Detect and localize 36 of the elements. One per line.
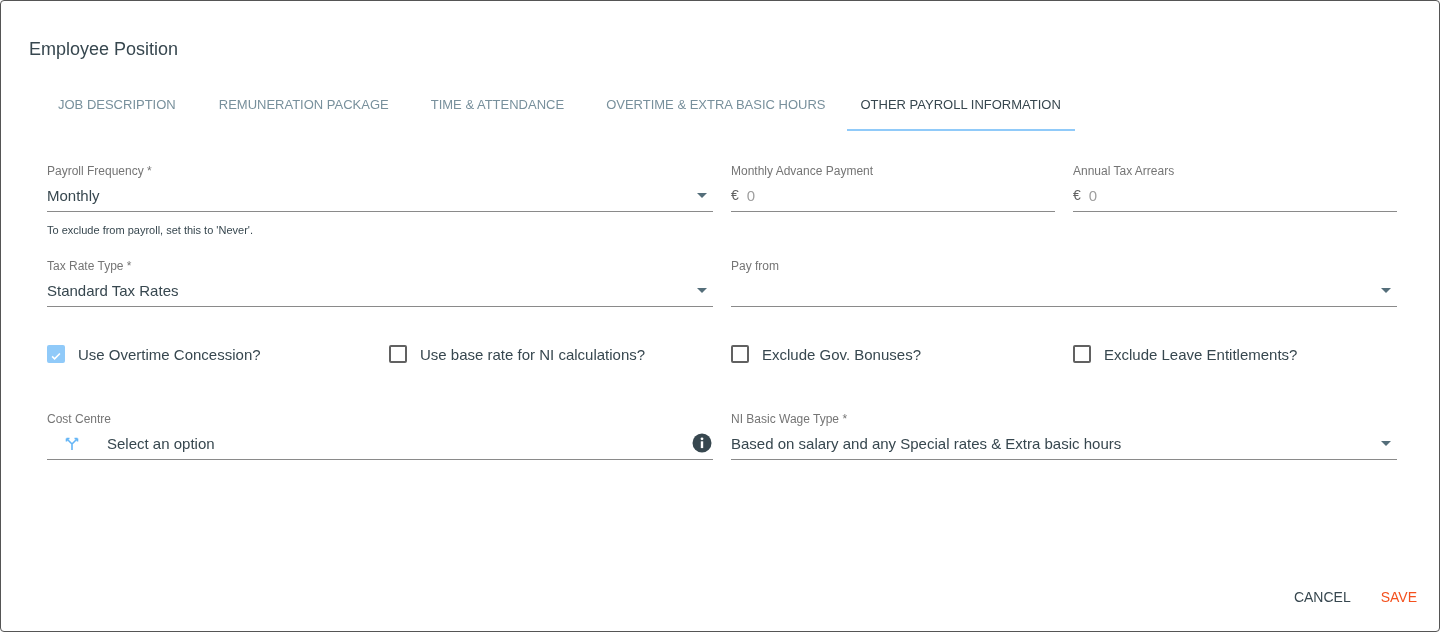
field-label: Annual Tax Arrears [1073, 163, 1176, 179]
field-label: NI Basic Wage Type * [731, 411, 849, 427]
cancel-button[interactable]: CANCEL [1285, 581, 1359, 613]
info-icon[interactable] [692, 433, 712, 453]
field-label: Tax Rate Type * [47, 258, 133, 274]
dropdown-field[interactable]: Monthly [47, 179, 713, 212]
caret-icon [697, 192, 707, 198]
field-label: Monthly Advance Payment [731, 163, 875, 179]
checkbox-label: Use base rate for NI calculations? [420, 345, 646, 363]
caret-icon [1381, 287, 1391, 293]
checkbox-label: Exclude Gov. Bonuses? [762, 345, 921, 363]
dropdown-field[interactable]: Based on salary and any Special rates & Extra basic hours [731, 427, 1397, 460]
checkbox-label: Exclude Leave Entitlements? [1104, 345, 1298, 363]
selected-value: Standard Tax Rates [47, 281, 180, 299]
dialog-title: Employee Position [28, 38, 180, 61]
checkbox[interactable] [389, 345, 407, 363]
currency-symbol: € [731, 187, 739, 203]
field-label: Payroll Frequency * [47, 163, 153, 179]
caret-icon [1381, 440, 1391, 446]
fork-icon [64, 435, 80, 451]
checkbox-label: Use Overtime Concession? [78, 345, 261, 363]
checkbox[interactable] [47, 345, 65, 363]
field-label: Pay from [731, 258, 780, 274]
caret-icon [697, 287, 707, 293]
dropdown-field[interactable]: Standard Tax Rates [47, 274, 713, 307]
selected-value: Monthly [47, 186, 101, 204]
amount-input-field[interactable]: 0 [1088, 186, 1397, 204]
lookup-input-field[interactable]: Select an option [107, 434, 692, 452]
selected-value: Based on salary and any Special rates & Extra basic hours [731, 434, 1123, 452]
checkbox[interactable] [731, 345, 749, 363]
currency-symbol: € [1073, 187, 1081, 203]
tab[interactable]: OTHER PAYROLL INFORMATION [846, 81, 1075, 131]
checkbox[interactable] [1073, 345, 1091, 363]
field-label: Cost Centre [47, 411, 113, 427]
helper-text: To exclude from payroll, set this to 'Never'. [47, 224, 254, 236]
amount-input-field[interactable]: 0 [746, 186, 1055, 204]
